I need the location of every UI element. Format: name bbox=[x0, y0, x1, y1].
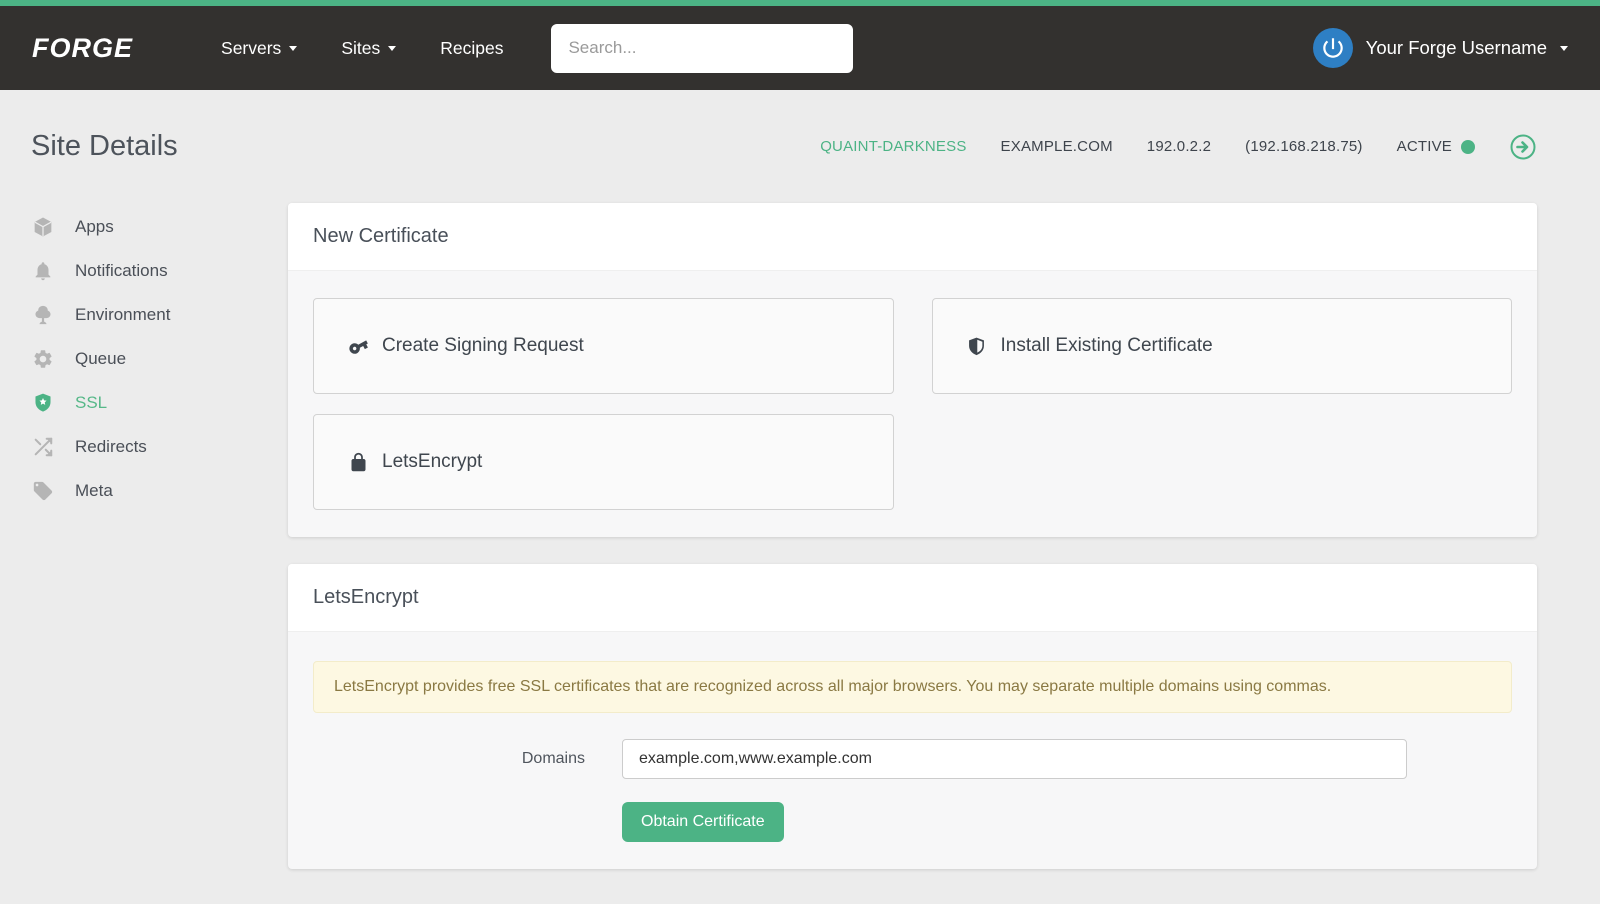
new-certificate-card: New Certificate Create Signing Request I… bbox=[288, 203, 1537, 537]
nav-item-sites[interactable]: Sites bbox=[341, 38, 396, 59]
chevron-down-icon bbox=[388, 46, 396, 51]
power-icon bbox=[1320, 35, 1346, 61]
option-label: Install Existing Certificate bbox=[1001, 335, 1213, 357]
nav-item-label: Servers bbox=[221, 38, 281, 59]
letsencrypt-option-button[interactable]: LetsEncrypt bbox=[313, 414, 894, 510]
status-dot-icon bbox=[1461, 140, 1475, 154]
sidebar-item-meta[interactable]: Meta bbox=[31, 469, 288, 513]
key-icon bbox=[347, 335, 369, 357]
server-name-link[interactable]: QUAINT-DARKNESS bbox=[820, 138, 966, 155]
nav-item-servers[interactable]: Servers bbox=[221, 38, 297, 59]
shield-half-icon bbox=[966, 335, 988, 357]
tree-icon bbox=[31, 303, 55, 327]
public-ip: 192.0.2.2 bbox=[1147, 138, 1211, 155]
open-site-button[interactable] bbox=[1509, 133, 1537, 161]
sidebar-item-redirects[interactable]: Redirects bbox=[31, 425, 288, 469]
domains-field-row: Domains bbox=[313, 739, 1512, 779]
create-signing-request-button[interactable]: Create Signing Request bbox=[313, 298, 894, 394]
tag-icon bbox=[31, 479, 55, 503]
letsencrypt-form: LetsEncrypt provides free SSL certificat… bbox=[288, 632, 1537, 869]
chevron-down-icon bbox=[289, 46, 297, 51]
card-title: New Certificate bbox=[288, 203, 1537, 271]
status-label: ACTIVE bbox=[1397, 138, 1452, 155]
letsencrypt-card: LetsEncrypt LetsEncrypt provides free SS… bbox=[288, 564, 1537, 869]
private-ip: (192.168.218.75) bbox=[1245, 138, 1362, 155]
sidebar-item-notifications[interactable]: Notifications bbox=[31, 249, 288, 293]
site-sidebar: Apps Notifications Environment Queue SSL bbox=[31, 203, 288, 513]
cube-icon bbox=[31, 215, 55, 239]
sidebar-item-label: Queue bbox=[75, 349, 126, 369]
user-menu[interactable]: Your Forge Username bbox=[1313, 28, 1568, 68]
info-alert: LetsEncrypt provides free SSL certificat… bbox=[313, 661, 1512, 713]
sidebar-item-label: Meta bbox=[75, 481, 113, 501]
sidebar-item-label: Redirects bbox=[75, 437, 147, 457]
search-input[interactable] bbox=[551, 24, 853, 73]
nav-item-recipes[interactable]: Recipes bbox=[440, 38, 503, 59]
avatar bbox=[1313, 28, 1353, 68]
option-label: Create Signing Request bbox=[382, 335, 584, 357]
shuffle-icon bbox=[31, 435, 55, 459]
gear-icon bbox=[31, 347, 55, 371]
lock-icon bbox=[347, 451, 369, 473]
arrow-right-circle-icon bbox=[1509, 133, 1537, 161]
nav-item-label: Sites bbox=[341, 38, 380, 59]
option-label: LetsEncrypt bbox=[382, 451, 482, 473]
nav-menu: Servers Sites Recipes bbox=[221, 38, 503, 59]
sidebar-item-queue[interactable]: Queue bbox=[31, 337, 288, 381]
submit-row: Obtain Certificate bbox=[622, 802, 1512, 842]
shield-star-icon bbox=[31, 391, 55, 415]
certificate-options: Create Signing Request Install Existing … bbox=[288, 271, 1537, 537]
site-meta-bar: QUAINT-DARKNESS EXAMPLE.COM 192.0.2.2 (1… bbox=[820, 133, 1537, 161]
install-existing-certificate-button[interactable]: Install Existing Certificate bbox=[932, 298, 1513, 394]
sidebar-item-apps[interactable]: Apps bbox=[31, 205, 288, 249]
forge-logo[interactable]: FORGE bbox=[32, 33, 133, 64]
page-header: Site Details QUAINT-DARKNESS EXAMPLE.COM… bbox=[0, 90, 1600, 203]
sidebar-item-environment[interactable]: Environment bbox=[31, 293, 288, 337]
sidebar-item-label: Environment bbox=[75, 305, 170, 325]
chevron-down-icon bbox=[1560, 46, 1568, 51]
status-badge: ACTIVE bbox=[1397, 138, 1475, 155]
content-area: Apps Notifications Environment Queue SSL bbox=[0, 203, 1600, 896]
page-title: Site Details bbox=[31, 130, 178, 163]
card-title: LetsEncrypt bbox=[288, 564, 1537, 632]
sidebar-item-label: SSL bbox=[75, 393, 107, 413]
main-navbar: FORGE Servers Sites Recipes Your Forge U… bbox=[0, 6, 1600, 90]
domains-label: Domains bbox=[313, 750, 622, 768]
domains-input[interactable] bbox=[622, 739, 1407, 779]
main-panel: New Certificate Create Signing Request I… bbox=[288, 203, 1537, 896]
username-label: Your Forge Username bbox=[1366, 37, 1547, 59]
sidebar-item-ssl[interactable]: SSL bbox=[31, 381, 288, 425]
bell-icon bbox=[31, 259, 55, 283]
sidebar-item-label: Apps bbox=[75, 217, 114, 237]
sidebar-item-label: Notifications bbox=[75, 261, 168, 281]
nav-item-label: Recipes bbox=[440, 38, 503, 59]
obtain-certificate-button[interactable]: Obtain Certificate bbox=[622, 802, 784, 842]
site-domain: EXAMPLE.COM bbox=[1001, 138, 1113, 155]
